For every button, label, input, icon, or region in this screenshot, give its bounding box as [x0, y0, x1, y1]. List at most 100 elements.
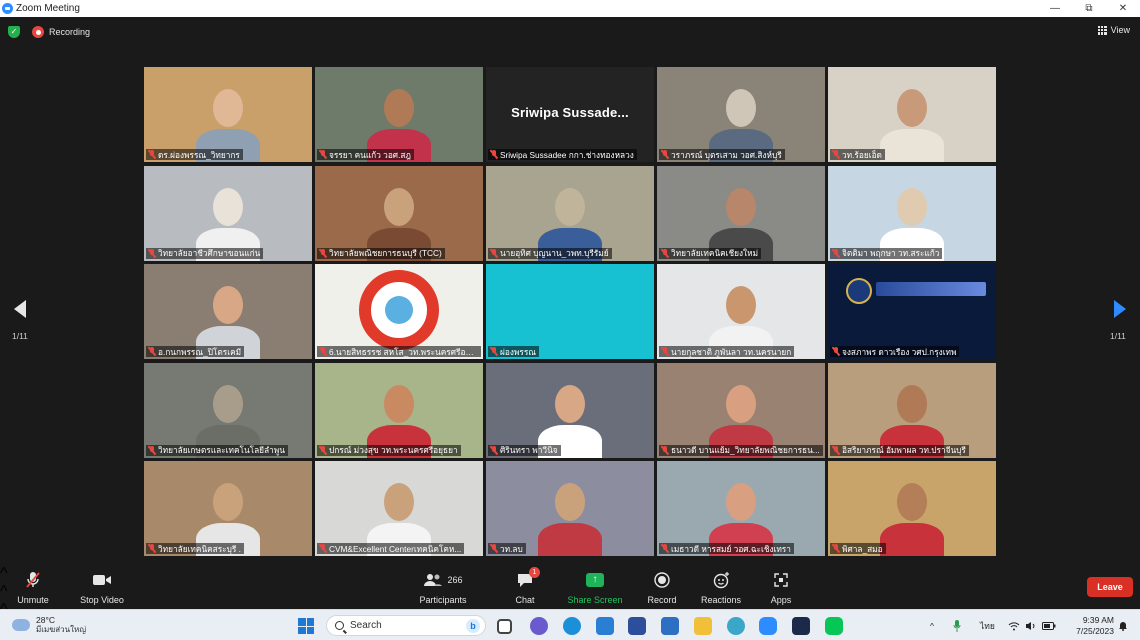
participant-tile[interactable]: อิสริยาภรณ์ อัมพาผล วท.ปราจีนบุรี — [828, 362, 996, 458]
clock-date: 7/25/2023 — [1076, 626, 1114, 636]
participant-name-bar: ปกรณ์ ม่วงสุข วท.พระนครศรีอยุธยา — [317, 444, 461, 456]
weather-widget[interactable]: 28°C มีเมฆส่วนใหญ่ — [12, 615, 86, 635]
participant-name-bar: วิทยาลัยพณิชยการธนบุรี (TCC) — [317, 247, 445, 259]
close-button[interactable]: ✕ — [1106, 0, 1140, 17]
recording-label: Recording — [49, 27, 91, 37]
participant-tile[interactable]: นายอุทิศ บุญนาน_วพท.บุรีรัมย์ — [486, 165, 654, 261]
tray-overflow-chevron-icon[interactable]: ^ — [930, 610, 934, 640]
windows-start-icon[interactable] — [298, 618, 314, 634]
weather-temperature: 28°C — [36, 615, 55, 625]
participant-tile[interactable]: วิทยาลัยเกษตรและเทคโนโลยีลำพูน — [144, 362, 312, 458]
participant-tile[interactable]: วิทยาลัยอาชีวศึกษาขอนแก่น — [144, 165, 312, 261]
participant-name: วิทยาลัยพณิชยการธนบุรี (TCC) — [329, 248, 442, 258]
participant-tile[interactable]: ปกรณ์ ม่วงสุข วท.พระนครศรีอยุธยา — [315, 362, 483, 458]
participant-name: ศิรินทรา พาวีนิจ — [500, 445, 558, 455]
microsoft-store-icon[interactable] — [628, 617, 646, 635]
participant-name: อ.กนกพรรณ_ปิโตรเคมี — [158, 346, 242, 357]
input-language-indicator[interactable]: ไทย — [980, 610, 995, 640]
mic-muted-icon — [661, 544, 669, 553]
participants-icon — [424, 574, 443, 586]
participant-tile[interactable]: จรรยา คนแก้ว วอศ.สฎ — [315, 67, 483, 162]
participant-name: วราภรณ์ บุตรเสาม วอศ.สิงห์บุรี — [671, 149, 782, 160]
participant-name: จิตติมา พฤกษา วท.สระแก้ว — [842, 248, 940, 258]
leave-meeting-button[interactable]: Leave — [1087, 577, 1133, 597]
mic-muted-icon — [319, 248, 327, 258]
participant-tile[interactable]: เมธาวดี หารสมย์ วอศ.ฉะเชิงเทรา — [657, 461, 825, 556]
participant-name: ปกรณ์ ม่วงสุข วท.พระนครศรีอยุธยา — [329, 445, 458, 455]
participant-tile[interactable]: นายกุลชาติ ภูพันลา วท.นครนายก — [657, 264, 825, 359]
participant-tile[interactable]: วท.ลบ — [486, 461, 654, 556]
mic-muted-icon — [148, 248, 156, 258]
mail-icon[interactable] — [661, 617, 679, 635]
zoom-taskbar-icon[interactable] — [759, 617, 777, 635]
globe-app-icon[interactable] — [727, 617, 745, 635]
participant-name: จงสภาพร ดาวเรือง วศป.กรุงเทพ — [842, 346, 957, 357]
battery-icon[interactable] — [1042, 610, 1056, 640]
taskbar-clock[interactable]: 9:39 AM 7/25/2023 — [1064, 615, 1114, 637]
participant-name-bar: อิสริยาภรณ์ อัมพาผล วท.ปราจีนบุรี — [830, 444, 969, 456]
next-page-button[interactable] — [1108, 300, 1132, 324]
mic-muted-icon — [490, 445, 498, 455]
unmute-button[interactable]: Unmute — [0, 571, 68, 605]
media-app-icon[interactable] — [792, 617, 810, 635]
maximize-button[interactable]: ⧉ — [1072, 0, 1106, 17]
share-screen-label: Share Screen — [567, 595, 623, 605]
participant-name: เมธาวดี หารสมย์ วอศ.ฉะเชิงเทรา — [671, 543, 791, 554]
line-messenger-icon[interactable] — [825, 617, 843, 635]
task-view-icon[interactable] — [497, 619, 512, 634]
mic-muted-icon — [490, 150, 498, 159]
mic-muted-icon — [490, 347, 498, 356]
security-shield-icon[interactable]: ✓ — [8, 26, 20, 38]
lineapp-l-icon[interactable] — [596, 617, 614, 635]
teams-chat-icon[interactable] — [530, 617, 548, 635]
participant-tile[interactable]: วิทยาลัยเทคนิคสระบุรี . — [144, 461, 312, 556]
participant-tile[interactable]: CVM&Excellent Centerเทคนิคโคห... — [315, 461, 483, 556]
recording-icon — [32, 26, 44, 38]
wifi-icon[interactable] — [1008, 610, 1020, 640]
participant-tile[interactable]: Sriwipa Sussade... Sriwipa Sussadee กกา.ช… — [486, 67, 654, 162]
page-indicator-right: 1/11 — [1110, 331, 1126, 341]
view-button[interactable]: View — [1097, 25, 1130, 35]
microphone-tray-icon[interactable] — [953, 610, 961, 640]
arrow-right-icon — [1114, 300, 1126, 318]
participant-tile[interactable]: จงสภาพร ดาวเรือง วศป.กรุงเทพ — [828, 264, 996, 359]
participant-name-bar: 6.นายสิทธรรช สหโส_วท.พระนครศรีอยุธ... — [317, 346, 481, 357]
participant-tile[interactable]: ผ่องพรรณ — [486, 264, 654, 359]
participants-button[interactable]: 266 Participants — [408, 571, 478, 605]
participant-tile[interactable]: จิตติมา พฤกษา วท.สระแก้ว — [828, 165, 996, 261]
bing-icon[interactable]: b — [466, 619, 480, 633]
participant-tile[interactable]: วิทยาลัยเทคนิคเชียงใหม่ — [657, 165, 825, 261]
edge-browser-icon[interactable] — [563, 617, 581, 635]
participant-tile[interactable]: ดร.ผ่องพรรณ_วิทยากร — [144, 67, 312, 162]
notification-bell-icon[interactable] — [1118, 610, 1128, 640]
stop-video-button[interactable]: Stop Video — [67, 571, 137, 605]
minimize-button[interactable]: — — [1038, 0, 1072, 17]
participant-name: จรรยา คนแก้ว วอศ.สฎ — [329, 149, 412, 160]
participant-tile[interactable]: วท.ร้อยเอ็ด — [828, 67, 996, 162]
participant-tile[interactable]: พิศาล_สมอ — [828, 461, 996, 556]
mic-muted-icon — [661, 248, 669, 258]
participant-name-bar: วิทยาลัยเทคนิคเชียงใหม่ — [659, 247, 762, 259]
participant-tile[interactable]: 6.นายสิทธรรช สหโส_วท.พระนครศรีอยุธ... — [315, 264, 483, 359]
participant-tile[interactable]: ศิรินทรา พาวีนิจ — [486, 362, 654, 458]
apps-icon — [774, 573, 788, 587]
share-screen-button[interactable]: ↑ Share Screen — [560, 571, 630, 605]
participant-tile[interactable]: อ.กนกพรรณ_ปิโตรเคมี — [144, 264, 312, 359]
participant-name-bar: วิทยาลัยอาชีวศึกษาขอนแก่น — [146, 247, 264, 259]
participant-name-bar: ผ่องพรรณ — [488, 346, 539, 357]
participant-tile[interactable]: วิทยาลัยพณิชยการธนบุรี (TCC) — [315, 165, 483, 261]
chat-button[interactable]: 1 Chat — [490, 567, 560, 605]
previous-page-button[interactable] — [8, 300, 32, 324]
speaker-volume-icon[interactable] — [1025, 610, 1037, 640]
search-placeholder: Search — [350, 620, 382, 631]
file-explorer-icon[interactable] — [694, 617, 712, 635]
apps-button[interactable]: Apps — [746, 571, 816, 605]
participant-tile[interactable]: ธนาวดี บานแย้ม_วิทยาลัยพณิชยการธน... — [657, 362, 825, 458]
participant-name: วท.ร้อยเอ็ด — [842, 149, 882, 160]
participant-tile[interactable]: วราภรณ์ บุตรเสาม วอศ.สิงห์บุรี — [657, 67, 825, 162]
taskbar-search-box[interactable]: Search b — [326, 615, 486, 636]
participant-name-bar: วท.ลบ — [488, 543, 526, 554]
participant-name: ผ่องพรรณ — [500, 346, 536, 357]
meeting-controls: Unmute ^ Stop Video ^ 266 Participants ^… — [0, 565, 1140, 636]
mic-muted-icon — [661, 445, 669, 455]
